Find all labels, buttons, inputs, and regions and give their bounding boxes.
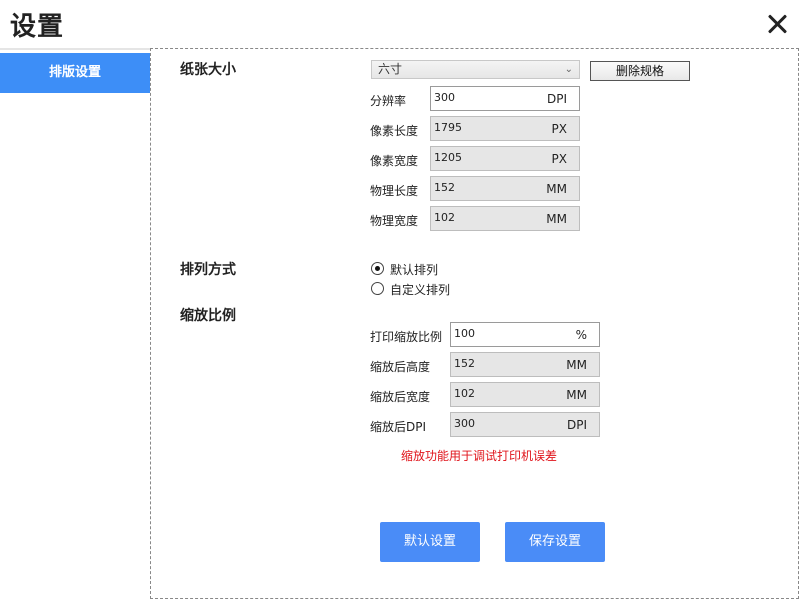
paper-size-label: 纸张大小: [180, 62, 236, 78]
chevron-down-icon: ⌄: [564, 64, 573, 75]
scaled-height-field: 152 MM: [450, 352, 600, 377]
close-icon[interactable]: [764, 12, 790, 38]
scale-note: 缩放功能用于调试打印机误差: [401, 449, 558, 463]
pixel-length-field: 1795 PX: [430, 116, 580, 141]
physical-width-field: 102 MM: [430, 206, 580, 231]
default-settings-button[interactable]: 默认设置: [380, 522, 480, 562]
paper-size-value: 六寸: [378, 62, 403, 76]
scaled-width-label: 缩放后宽度: [370, 390, 431, 404]
settings-panel: 纸张大小 六寸 ⌄ 删除规格 分辨率 300 DPI 像素长度 1795 PX …: [150, 48, 799, 599]
arrangement-label: 排列方式: [180, 262, 236, 278]
pixel-width-field: 1205 PX: [430, 146, 580, 171]
scaled-dpi-field: 300 DPI: [450, 412, 600, 437]
radio-default-indicator[interactable]: [371, 262, 384, 275]
radio-custom-indicator[interactable]: [371, 282, 384, 295]
physical-length-field: 152 MM: [430, 176, 580, 201]
physical-width-label: 物理宽度: [370, 214, 419, 228]
paper-size-select[interactable]: 六寸 ⌄: [371, 60, 580, 79]
pixel-width-label: 像素宽度: [370, 154, 419, 168]
save-settings-button[interactable]: 保存设置: [505, 522, 605, 562]
sidebar: 排版设置: [0, 48, 150, 600]
pixel-length-label: 像素长度: [370, 124, 419, 138]
window-title: 设置: [10, 12, 65, 42]
resolution-label: 分辨率: [370, 94, 407, 108]
resolution-field[interactable]: 300 DPI: [430, 86, 580, 111]
print-scale-field[interactable]: 100 %: [450, 322, 600, 347]
delete-spec-button[interactable]: 删除规格: [590, 61, 690, 81]
physical-length-label: 物理长度: [370, 184, 419, 198]
scaled-height-label: 缩放后高度: [370, 360, 431, 374]
print-scale-label: 打印缩放比例: [370, 330, 443, 344]
sidebar-item-layout-settings[interactable]: 排版设置: [0, 53, 150, 93]
title-bar: 设置: [0, 0, 800, 48]
scaled-dpi-label: 缩放后DPI: [370, 420, 427, 434]
scale-label: 缩放比例: [180, 308, 236, 324]
scaled-width-field: 102 MM: [450, 382, 600, 407]
